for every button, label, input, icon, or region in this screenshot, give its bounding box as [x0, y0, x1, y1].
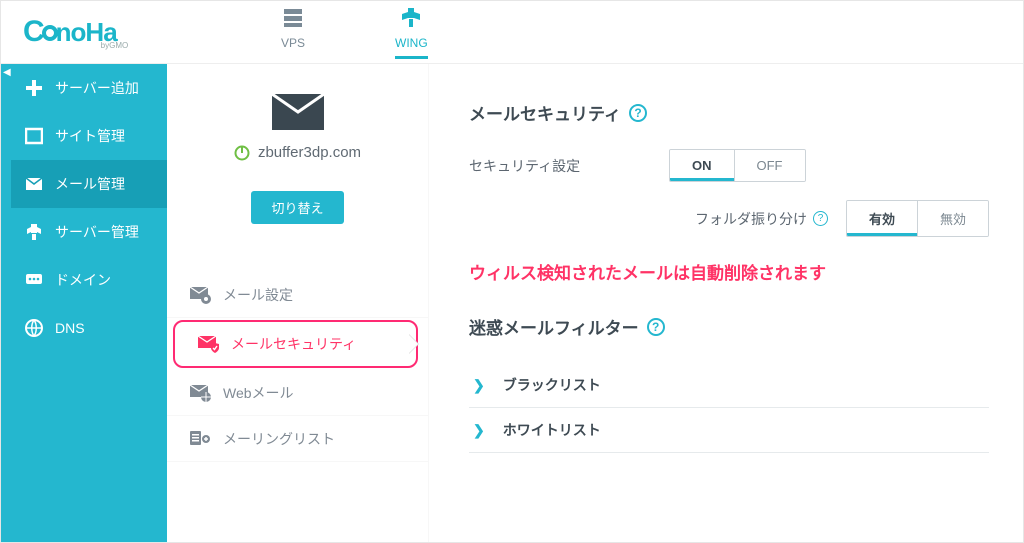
subnav-mail-settings[interactable]: メール設定	[167, 272, 428, 318]
folder-disable[interactable]: 無効	[917, 201, 988, 236]
server-icon	[25, 223, 43, 241]
whitelist-label: ホワイトリスト	[503, 420, 601, 440]
folder-toggle: 有効 無効	[846, 200, 989, 237]
folder-sort-label: フォルダ振り分け	[695, 209, 807, 229]
chevron-right-icon: ❯	[473, 422, 485, 439]
security-toggle: ON OFF	[669, 149, 806, 182]
tab-wing-label: WING	[395, 36, 428, 50]
switch-domain-button[interactable]: 切り替え	[251, 191, 343, 224]
chevron-left-icon: ◀	[3, 67, 11, 78]
tab-vps[interactable]: VPS	[281, 6, 305, 59]
chevron-right-icon: ❯	[473, 377, 485, 394]
globe-icon	[25, 319, 43, 337]
mail-subnav: メール設定 メールセキュリティ Webメール メーリングリスト	[167, 272, 428, 462]
window-icon	[25, 127, 43, 145]
subnav-mailing-list[interactable]: メーリングリスト	[167, 416, 428, 462]
spam-filter-title: 迷惑メールフィルター	[469, 314, 639, 339]
sidebar-item-label: ドメイン	[55, 270, 111, 290]
sidebar-item-label: サイト管理	[55, 126, 125, 146]
help-icon[interactable]: ?	[813, 211, 828, 226]
chat-icon	[25, 271, 43, 289]
help-icon[interactable]: ?	[647, 318, 665, 336]
sidebar-item-domain[interactable]: ドメイン	[11, 256, 167, 304]
security-on[interactable]: ON	[670, 150, 734, 181]
sidebar-item-label: サーバー追加	[55, 78, 139, 98]
tab-vps-label: VPS	[281, 36, 305, 50]
sidebar: サーバー追加 サイト管理 メール管理 サーバー管理 ドメイン DNS	[11, 64, 167, 542]
server-stack-icon	[281, 6, 305, 30]
expand-blacklist[interactable]: ❯ ブラックリスト	[469, 363, 989, 408]
power-icon	[234, 145, 250, 161]
mail-icon	[25, 175, 43, 193]
main-content: メールセキュリティ ? セキュリティ設定 ON OFF フォルダ振り分け ? 有…	[429, 64, 1023, 542]
mail-large-icon	[270, 92, 326, 132]
sidebar-item-server[interactable]: サーバー管理	[11, 208, 167, 256]
tab-wing[interactable]: WING	[395, 6, 428, 59]
sidebar-item-label: サーバー管理	[55, 222, 139, 242]
virus-annotation: ウィルス検知されたメールは自動削除されます	[469, 259, 989, 284]
subnav-label: Webメール	[223, 383, 294, 403]
help-icon[interactable]: ?	[629, 104, 647, 122]
blacklist-label: ブラックリスト	[503, 375, 601, 395]
subnav-label: メール設定	[223, 285, 293, 305]
section-title: メールセキュリティ	[469, 100, 621, 125]
sidebar-item-label: DNS	[55, 320, 85, 336]
folder-enable[interactable]: 有効	[847, 201, 917, 236]
sidebar-item-add-server[interactable]: サーバー追加	[11, 64, 167, 112]
domain-name: zbuffer3dp.com	[258, 144, 361, 161]
mail-shield-icon	[197, 334, 219, 354]
security-setting-label: セキュリティ設定	[469, 156, 669, 176]
logo[interactable]: CnoHa byGMO	[1, 15, 171, 50]
sidebar-item-mail[interactable]: メール管理	[11, 160, 167, 208]
sidebar-item-site[interactable]: サイト管理	[11, 112, 167, 160]
collapse-rail[interactable]	[1, 64, 11, 542]
sidebar-item-label: メール管理	[55, 174, 125, 194]
subnav-label: メーリングリスト	[223, 429, 335, 449]
subnav-webmail[interactable]: Webメール	[167, 370, 428, 416]
mailing-list-icon	[189, 429, 211, 449]
header: CnoHa byGMO VPS WING	[1, 1, 1023, 64]
plus-icon	[25, 79, 43, 97]
expand-whitelist[interactable]: ❯ ホワイトリスト	[469, 408, 989, 453]
subnav-mail-security[interactable]: メールセキュリティ	[173, 320, 418, 368]
sidebar-item-dns[interactable]: DNS	[11, 304, 167, 352]
security-off[interactable]: OFF	[734, 150, 805, 181]
wing-icon	[399, 6, 423, 30]
mail-gear-icon	[189, 285, 211, 305]
domain-column: zbuffer3dp.com 切り替え メール設定 メールセキュリティ Webメ…	[167, 64, 429, 542]
subnav-label: メールセキュリティ	[231, 334, 356, 354]
mail-globe-icon	[189, 383, 211, 403]
